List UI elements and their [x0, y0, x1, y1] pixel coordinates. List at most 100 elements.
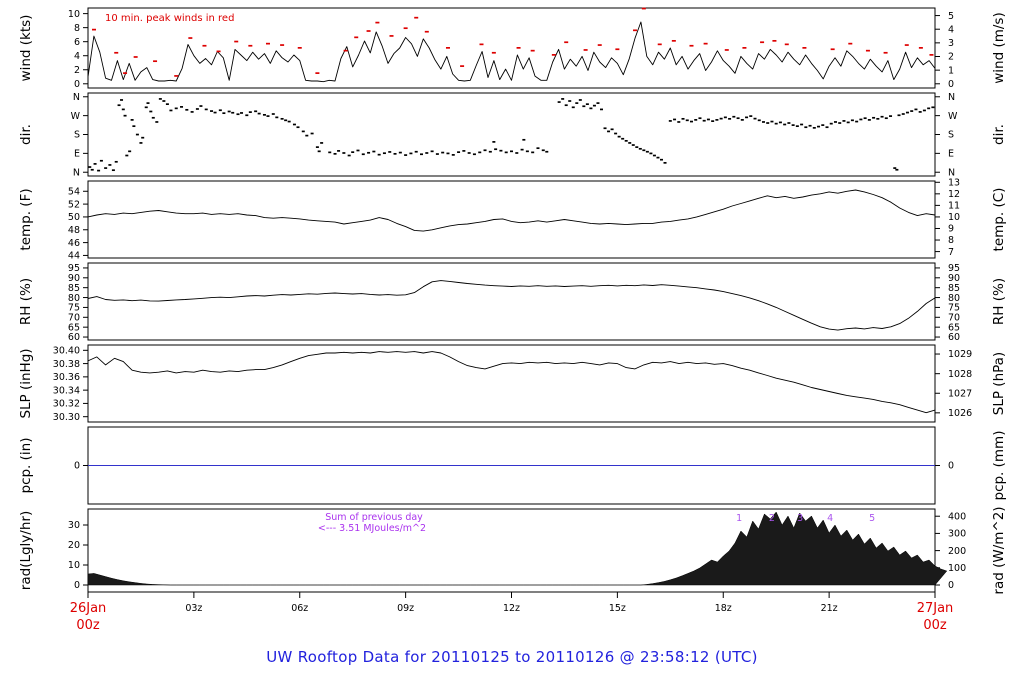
dir-point [504, 151, 508, 154]
dir-point [104, 167, 108, 169]
dir-point [190, 111, 194, 113]
dir-point [736, 117, 740, 120]
dir-point [93, 163, 97, 165]
temp-left-tick-label: 48 [68, 225, 80, 236]
slp-left-tick-label: 30.34 [53, 385, 80, 396]
temp-right-tick-label: 9 [948, 224, 954, 235]
dir-point [557, 101, 561, 103]
rh-right-tick-label: 85 [948, 283, 960, 294]
rh-series-line [87, 280, 936, 331]
dir-point [536, 147, 540, 150]
dir-point [441, 151, 445, 154]
wind-series-line [87, 21, 936, 83]
dir-point [905, 111, 909, 114]
dir-point [425, 152, 429, 154]
dir-point [414, 150, 418, 153]
dir-point [356, 149, 360, 152]
dir-point [185, 108, 189, 111]
peak-wind-mark [848, 42, 853, 45]
temp-left-tick-label: 54 [68, 186, 80, 197]
peak-wind-mark [297, 47, 302, 49]
dir-point [631, 144, 635, 146]
peak-wind-mark [248, 44, 253, 47]
dir-point [668, 120, 672, 122]
dir-point [231, 111, 235, 114]
dir-point [301, 130, 305, 133]
rh-right-tick-label: 65 [948, 322, 960, 333]
rh-frame [87, 262, 936, 341]
dir-point [723, 116, 727, 119]
dir-point [499, 149, 503, 152]
dir-point [271, 113, 275, 115]
dir-panel: NESWNNESWNdir. dir. [18, 92, 1007, 178]
dir-right-axis-title: dir. [991, 124, 1007, 145]
dir-point [510, 150, 513, 153]
dir-point [361, 153, 365, 156]
dir-point [135, 133, 139, 136]
dir-point [520, 148, 524, 151]
dir-point [457, 151, 461, 154]
dir-right-tick-label: S [948, 130, 954, 141]
dir-point [351, 151, 355, 154]
dir-point [585, 103, 589, 106]
dir-point [719, 117, 723, 120]
dir-point [195, 108, 199, 110]
dir-point [120, 99, 124, 101]
temp-right-tick-label: 11 [948, 201, 960, 212]
rad-series-area [87, 511, 948, 586]
dir-point [117, 104, 121, 107]
rad-right-axis-title: rad (W/m^2) [991, 506, 1007, 594]
rad-right-tick-label: 0 [948, 580, 954, 591]
dir-point [149, 110, 153, 113]
dir-point [867, 119, 871, 121]
peak-wind-mark [633, 29, 638, 32]
dir-point [825, 126, 829, 129]
slp-series-line [87, 351, 936, 414]
wind-left-axis-title: wind (kts) [18, 15, 34, 82]
rh-right-axis-title: RH (%) [991, 278, 1007, 325]
dir-point [435, 153, 439, 155]
rh-right-tick-label: 60 [948, 332, 960, 343]
temp-right-tick-label: 7 [948, 247, 954, 258]
rh-right-tick-label: 95 [948, 263, 960, 274]
peak-wind-mark [830, 48, 835, 51]
peak-wind-mark [366, 30, 371, 32]
peak-wind-mark [91, 28, 96, 31]
slp-left-tick-label: 30.40 [53, 346, 80, 357]
dir-point [876, 117, 880, 120]
dir-point [262, 113, 266, 116]
dir-point [367, 151, 371, 154]
dir-point [614, 132, 618, 135]
dir-point [855, 120, 859, 123]
peak-wind-mark [153, 60, 158, 63]
x-axis-tick-label: 03z [185, 603, 202, 614]
pcp-panel: 0 0 pcp. (in) pcp. (mm) [18, 426, 1007, 505]
dir-point [257, 112, 261, 115]
peak-wind-mark [615, 48, 620, 51]
rh-left-tick-label: 80 [68, 293, 80, 304]
rad-left-tick-label: 10 [68, 560, 80, 571]
dir-point [409, 152, 413, 155]
dir-point [472, 153, 476, 156]
rh-left-tick-label: 65 [68, 322, 80, 333]
dir-point [596, 102, 600, 104]
dir-point [162, 100, 166, 102]
temp-frame [87, 180, 936, 259]
peak-wind-mark [460, 65, 465, 67]
x-axis-tick-label: 21z [821, 603, 838, 614]
dir-point [141, 136, 145, 139]
peak-wind-mark [265, 42, 270, 45]
dir-point [305, 134, 309, 137]
rh-right-tick-label: 75 [948, 303, 960, 314]
dir-point [144, 106, 148, 109]
peak-wind-mark [784, 43, 789, 46]
dir-point [99, 159, 103, 162]
dir-point [541, 149, 545, 152]
dir-point [125, 154, 129, 157]
dir-point [275, 116, 279, 119]
x-axis-start-hour: 00z [76, 618, 100, 633]
dir-point [236, 113, 240, 116]
x-axis-tick-label: 15z [609, 603, 626, 614]
rad-sum-note-line1: Sum of previous day [325, 512, 423, 523]
dir-point [689, 120, 693, 123]
